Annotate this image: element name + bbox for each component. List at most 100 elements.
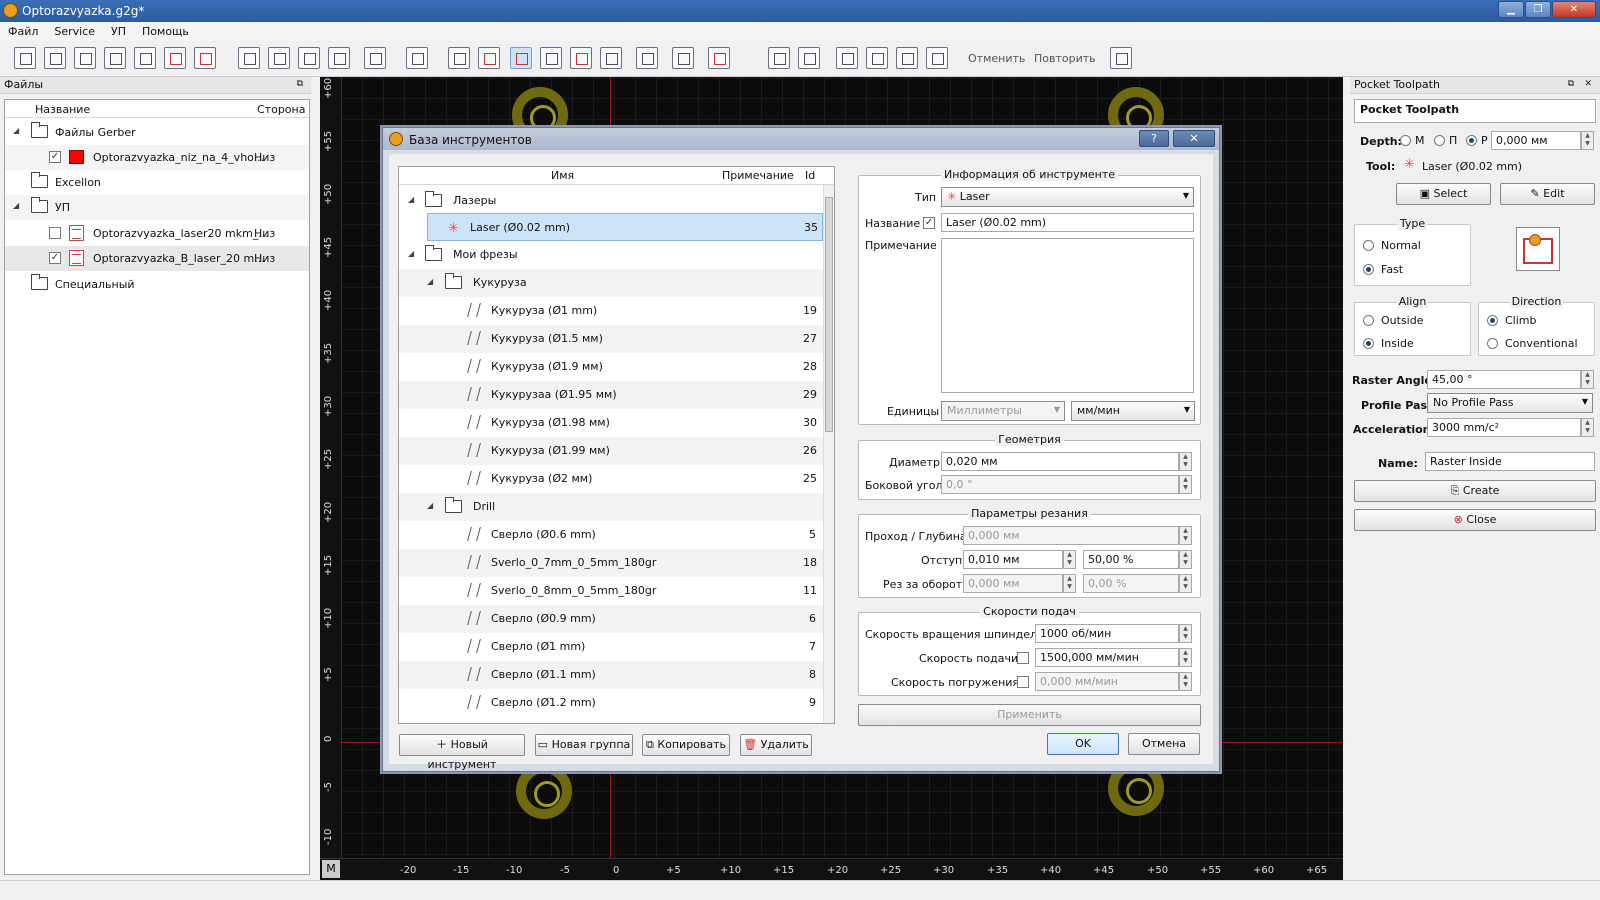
zoom-cursor-icon[interactable]: [328, 47, 350, 69]
expand-arrow-icon[interactable]: ◢: [408, 249, 414, 258]
close-file-icon[interactable]: [164, 47, 186, 69]
tool-row-selected[interactable]: ✳ Laser (Ø0.02 mm) 35: [427, 213, 823, 241]
depth-radio-p[interactable]: [1434, 135, 1445, 146]
align-outside-radio[interactable]: [1363, 315, 1374, 326]
open-folder-icon[interactable]: [44, 47, 66, 69]
origin-button[interactable]: M: [322, 860, 340, 878]
feed-rev-spinner[interactable]: ▲ ▼: [1063, 574, 1076, 593]
close-window-button[interactable]: ✕: [1552, 1, 1596, 18]
tool-row[interactable]: Sverlo_0_7mm_0_5mm_180gr 18: [399, 549, 824, 577]
help-button[interactable]: ?: [1139, 130, 1169, 147]
stepover-percent-spinner[interactable]: ▲ ▼: [1179, 550, 1192, 569]
new-file-icon[interactable]: [14, 47, 36, 69]
stepover-percent-input[interactable]: 50,00 %: [1083, 550, 1179, 569]
spindle-spinner[interactable]: ▲ ▼: [1179, 624, 1192, 643]
group-row-kukuruza[interactable]: ◢ Кукуруза: [399, 269, 824, 297]
minimize-button[interactable]: ▁: [1498, 1, 1524, 18]
expand-arrow-icon[interactable]: ◢: [408, 195, 414, 204]
tool-raster-icon[interactable]: [510, 47, 532, 69]
type-normal-radio[interactable]: [1363, 240, 1374, 251]
pin-icon[interactable]: ⧉: [1568, 79, 1574, 89]
col-note-header[interactable]: Примечание: [722, 169, 794, 182]
depth-spinner[interactable]: ▲ ▼: [1581, 131, 1594, 150]
settings-list-icon[interactable]: [672, 47, 694, 69]
delete-button[interactable]: 🗑 Удалить: [740, 734, 812, 756]
expand-arrow-icon[interactable]: ◢: [13, 201, 19, 210]
tree-row-special[interactable]: Специальный: [5, 272, 309, 297]
cancel-button[interactable]: Отмена: [1128, 733, 1200, 755]
tree-row-toolpath-2[interactable]: ✓ Optorazvyazka_B_laser_20 m... Низ: [5, 246, 309, 271]
redo-button[interactable]: Повторить: [1034, 52, 1096, 65]
zoom-board-icon[interactable]: [268, 47, 290, 69]
select-button[interactable]: ▣ Select: [1396, 183, 1491, 205]
intersect-icon[interactable]: [896, 47, 918, 69]
col-name-header[interactable]: Имя: [551, 169, 574, 182]
direction-conventional-radio[interactable]: [1487, 338, 1498, 349]
visibility-checkbox[interactable]: ✓: [49, 252, 61, 264]
feed-rev-percent-spinner[interactable]: ▲ ▼: [1179, 574, 1192, 593]
diameter-input[interactable]: 0,020 мм: [941, 452, 1179, 471]
pass-depth-spinner[interactable]: ▲ ▼: [1179, 526, 1192, 545]
close-button[interactable]: ⊗ Close: [1354, 509, 1596, 531]
visibility-checkbox[interactable]: [49, 227, 61, 239]
tool-row[interactable]: Кукуруза (Ø1.98 мм) 30: [399, 409, 824, 437]
tool-row[interactable]: Сверло (Ø1.2 mm) 9: [399, 689, 824, 717]
tool-path-icon[interactable]: [540, 47, 562, 69]
tool-row[interactable]: Кукуруза (Ø2 мм) 25: [399, 465, 824, 493]
save-as-icon[interactable]: [104, 47, 126, 69]
menu-up[interactable]: УП: [103, 22, 134, 41]
crosshair-icon[interactable]: [708, 47, 730, 69]
dialog-close-button[interactable]: ✕: [1173, 130, 1215, 147]
tool-profile-icon[interactable]: [448, 47, 470, 69]
align-inside-radio[interactable]: [1363, 338, 1374, 349]
feed-checkbox[interactable]: [1017, 652, 1029, 664]
stepover-input[interactable]: 0,010 мм: [963, 550, 1063, 569]
tool-note-textarea[interactable]: [941, 238, 1194, 393]
direction-climb-radio[interactable]: [1487, 315, 1498, 326]
tool-row[interactable]: Sverlo_0_8mm_0_5mm_180gr 11: [399, 577, 824, 605]
play-icon[interactable]: [636, 47, 658, 69]
subtract-icon[interactable]: [866, 47, 888, 69]
apply-button[interactable]: Применить: [858, 704, 1201, 726]
undo-button[interactable]: Отменить: [968, 52, 1025, 65]
tool-tree-scrollbar[interactable]: [823, 185, 834, 723]
close-all-icon[interactable]: [194, 47, 216, 69]
new-tool-button[interactable]: ＋ Новый инструмент: [399, 734, 525, 771]
stepover-spinner[interactable]: ▲ ▼: [1063, 550, 1076, 569]
rectangle-icon[interactable]: [768, 47, 790, 69]
units-select[interactable]: Миллиметры: [941, 401, 1065, 421]
col-name-header[interactable]: Название: [35, 103, 90, 116]
tree-row-toolpath-1[interactable]: Optorazvyazka_laser20 mkm_... Низ: [5, 221, 309, 246]
name-checkbox[interactable]: ✓: [923, 217, 935, 229]
pass-depth-input[interactable]: 0,000 мм: [963, 526, 1179, 545]
maximize-button[interactable]: ❐: [1525, 1, 1551, 18]
tool-drill-icon[interactable]: [570, 47, 592, 69]
pin-icon[interactable]: ⧉: [297, 79, 303, 89]
feed-rev-input[interactable]: 0,000 мм: [963, 574, 1063, 593]
tool-pocket-icon[interactable]: [478, 47, 500, 69]
tool-row[interactable]: Кукуруза (Ø1.9 мм) 28: [399, 353, 824, 381]
tree-row-gerber[interactable]: ◢ Файлы Gerber: [5, 120, 309, 145]
new-group-button[interactable]: ▭ Новая группа: [535, 734, 633, 756]
speed-units-select[interactable]: мм/мин: [1071, 401, 1195, 421]
type-fast-radio[interactable]: [1363, 264, 1374, 275]
close-panel-icon[interactable]: ✕: [1584, 79, 1592, 89]
zoom-selection-icon[interactable]: [298, 47, 320, 69]
feed-rev-percent-input[interactable]: 0,00 %: [1083, 574, 1179, 593]
tool-row[interactable]: Кукуруза (Ø1.99 мм) 26: [399, 437, 824, 465]
zoom-fit-icon[interactable]: [238, 47, 260, 69]
tool-row[interactable]: Кукуруза (Ø1.5 мм) 27: [399, 325, 824, 353]
raster-angle-spinner[interactable]: ▲ ▼: [1581, 370, 1594, 389]
group-row-my-mills[interactable]: ◢ Мои фрезы: [399, 241, 824, 269]
diameter-spinner[interactable]: ▲ ▼: [1179, 452, 1192, 471]
copy-button[interactable]: ⧉ Копировать: [642, 734, 730, 756]
save-all-icon[interactable]: [134, 47, 156, 69]
tool-row[interactable]: Кукуруза (Ø1 mm) 19: [399, 297, 824, 325]
plunge-spinner[interactable]: ▲ ▼: [1179, 672, 1192, 691]
plunge-speed-input[interactable]: 0,000 мм/мин: [1035, 672, 1179, 691]
tool-name-input[interactable]: Laser (Ø0.02 mm): [941, 213, 1194, 232]
align-icon[interactable]: [364, 47, 386, 69]
tool-row[interactable]: Сверло (Ø1 mm) 7: [399, 633, 824, 661]
snap-icon[interactable]: [406, 47, 428, 69]
feed-speed-input[interactable]: 1500,000 мм/мин: [1035, 648, 1179, 667]
